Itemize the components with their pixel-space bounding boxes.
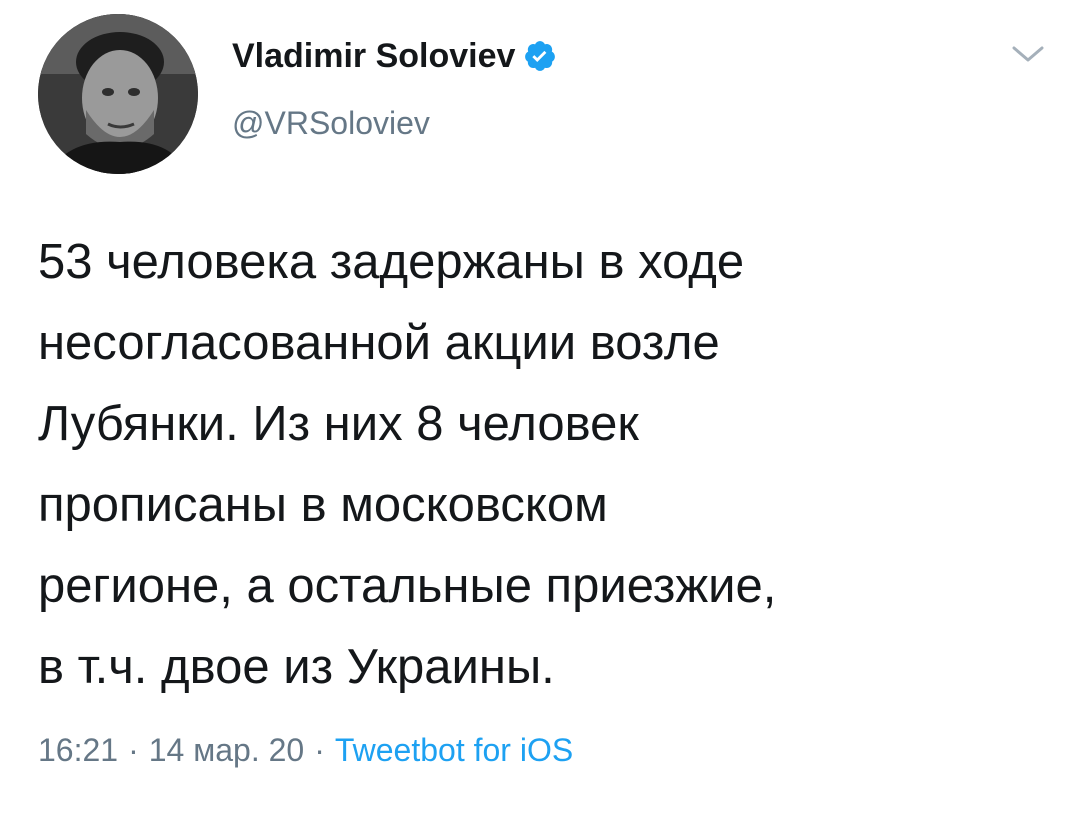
tweet-source-link[interactable]: Tweetbot for iOS bbox=[335, 732, 573, 768]
meta-separator: · bbox=[314, 732, 325, 768]
author-handle[interactable]: @VRSoloviev bbox=[232, 104, 430, 142]
tweet-time[interactable]: 16:21 bbox=[38, 732, 118, 768]
tweet-date[interactable]: 14 мар. 20 bbox=[149, 732, 304, 768]
meta-separator: · bbox=[128, 732, 139, 768]
avatar[interactable] bbox=[38, 14, 198, 174]
tweet-card: Vladimir Soloviev @VRSoloviev 53 человек… bbox=[0, 0, 1080, 816]
display-name[interactable]: Vladimir Soloviev bbox=[232, 37, 515, 75]
verified-badge-icon bbox=[525, 41, 556, 71]
chevron-down-icon[interactable] bbox=[1010, 42, 1046, 66]
author-name-row[interactable]: Vladimir Soloviev bbox=[232, 36, 557, 76]
tweet-meta: 16:21 · 14 мар. 20 · Tweetbot for iOS bbox=[38, 730, 573, 770]
tweet-text: 53 человека задержаны в ходе несогласова… bbox=[38, 235, 777, 694]
